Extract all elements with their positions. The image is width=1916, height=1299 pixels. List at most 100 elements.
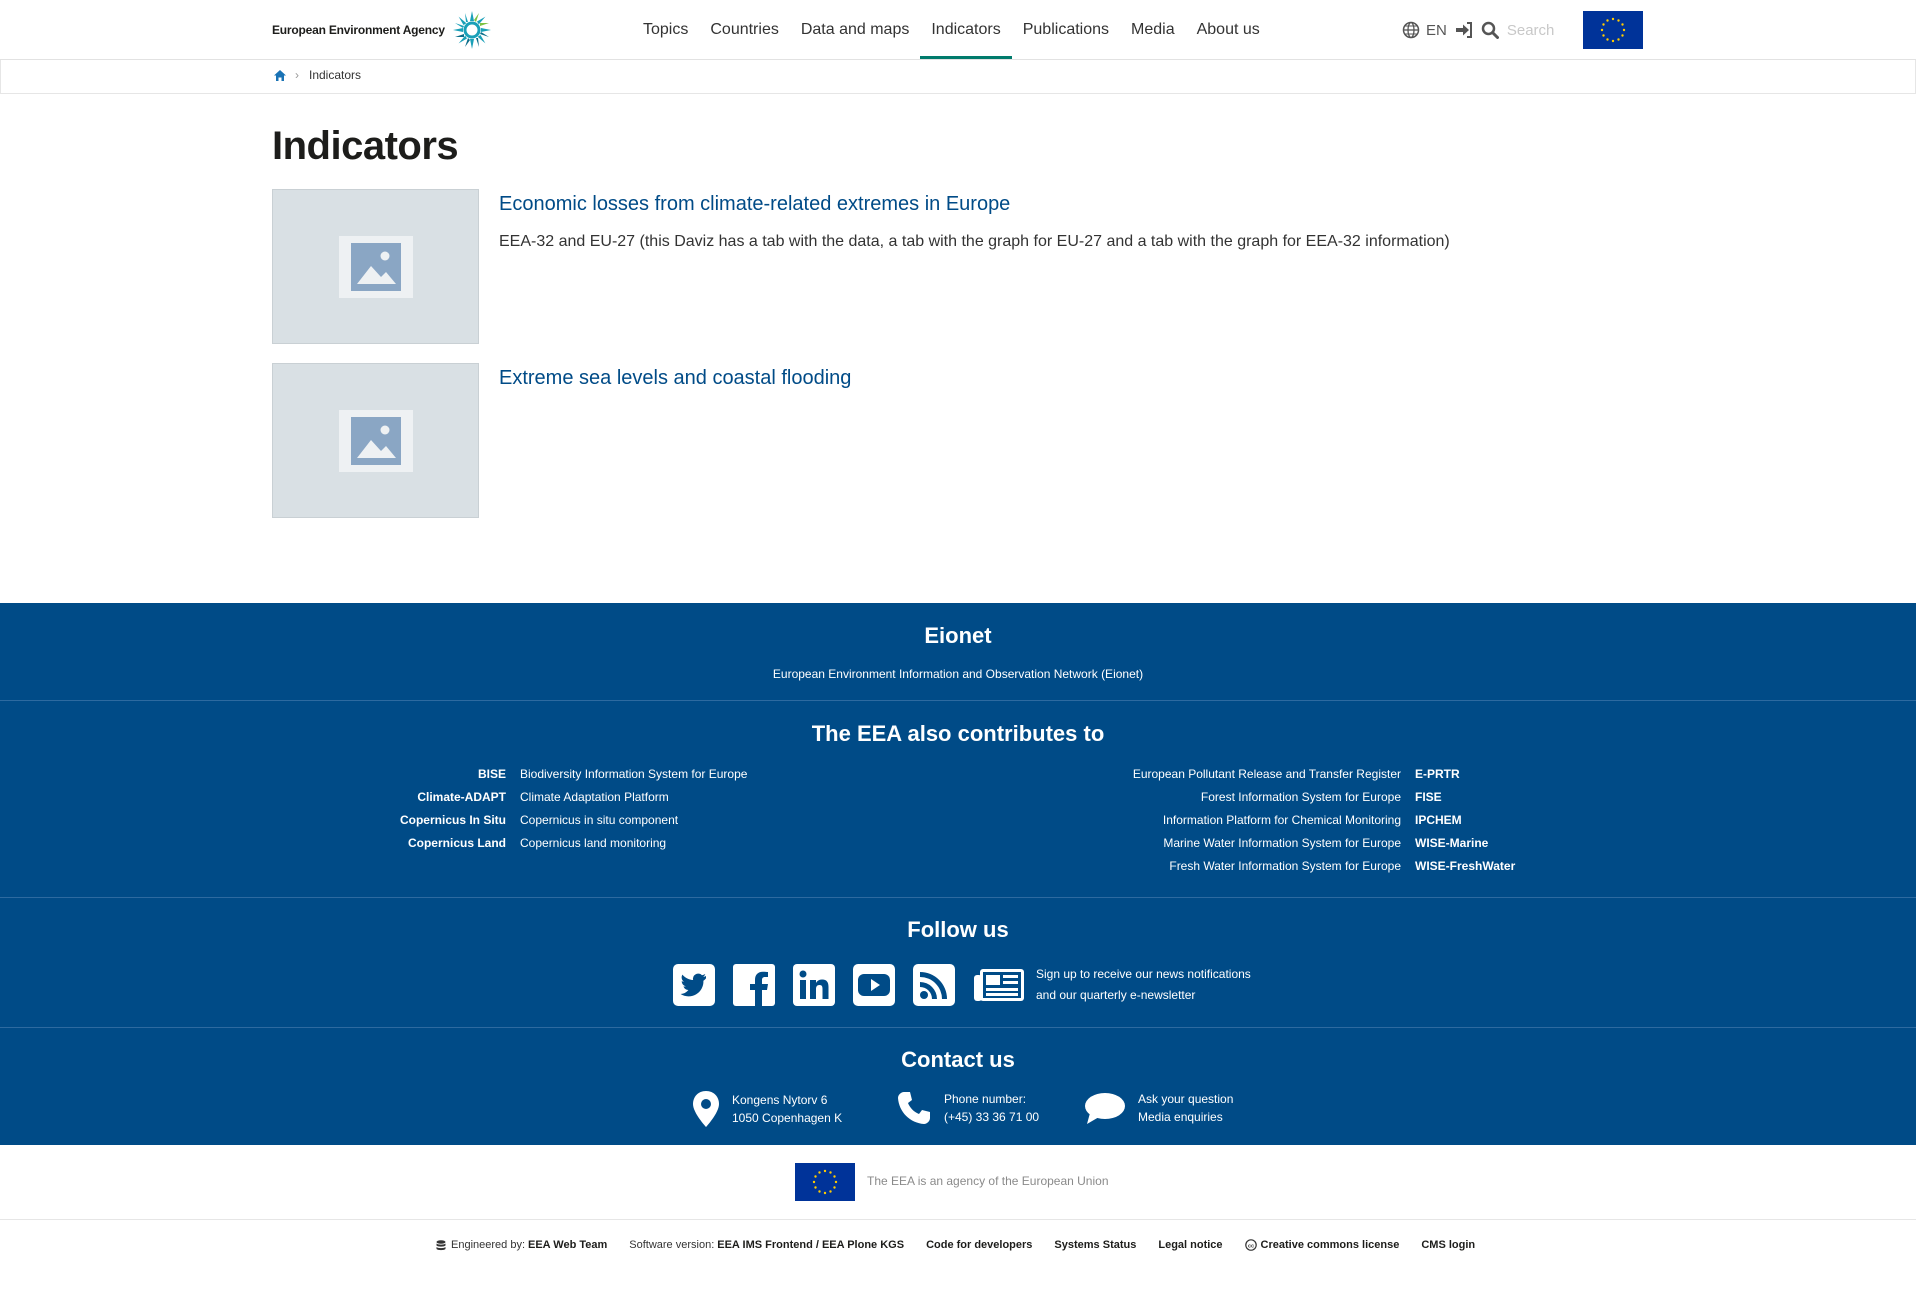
nav-indicators[interactable]: Indicators — [920, 0, 1013, 60]
contact-address[interactable]: Kongens Nytorv 6 1050 Copenhagen K — [692, 1090, 842, 1128]
contrib-abbr-ipchem[interactable]: IPCHEM — [1415, 809, 1615, 832]
contrib-name-e-prtr[interactable]: European Pollutant Release and Transfer … — [1100, 763, 1401, 786]
eionet-section: Eionet — [0, 623, 1916, 649]
contrib-abbr-fise[interactable]: FISE — [1415, 786, 1615, 809]
nav-about-us[interactable]: About us — [1186, 0, 1271, 60]
logo-text: European Environment Agency — [272, 23, 445, 37]
systems-status-link[interactable]: Systems Status — [1054, 1239, 1136, 1251]
legal-notice-link[interactable]: Legal notice — [1158, 1239, 1222, 1251]
contrib-name-bise[interactable]: Biodiversity Information System for Euro… — [520, 763, 820, 786]
nav-countries[interactable]: Countries — [699, 0, 789, 60]
chat-bubble-icon — [1085, 1093, 1125, 1124]
eu-flag-icon — [795, 1163, 855, 1201]
facebook-icon[interactable] — [732, 963, 776, 1007]
indicator-title-link[interactable]: Extreme sea levels and coastal flooding — [499, 367, 851, 390]
newsletter-signup[interactable]: Sign up to receive our news notification… — [1036, 964, 1251, 1006]
follow-title: Follow us — [907, 917, 1009, 942]
eionet-title[interactable]: Eionet — [0, 623, 1916, 649]
breadcrumb-bar: › Indicators — [0, 60, 1916, 94]
contrib-name-fise[interactable]: Forest Information System for Europe — [1100, 786, 1401, 809]
phone-icon — [898, 1092, 930, 1124]
contrib-right-names: European Pollutant Release and Transfer … — [1100, 763, 1401, 878]
code-for-developers-link[interactable]: Code for developers — [926, 1239, 1032, 1251]
footer-divider — [0, 897, 1916, 898]
contrib-name-climate-adapt[interactable]: Climate Adaptation Platform — [520, 786, 820, 809]
nav-media[interactable]: Media — [1120, 0, 1186, 60]
site-header: European Environment Agency Topics Count… — [0, 0, 1916, 60]
contrib-name-wise-freshwater[interactable]: Fresh Water Information System for Europ… — [1100, 855, 1401, 878]
svg-text:cc: cc — [1247, 1243, 1253, 1249]
phone-label: Phone number: — [944, 1092, 1027, 1106]
header-tools: EN Search — [1402, 18, 1554, 42]
creative-commons[interactable]: cc Creative commons license — [1244, 1239, 1400, 1251]
image-placeholder-icon — [339, 410, 413, 472]
newsletter-line-2: and our quarterly e-newsletter — [1036, 988, 1196, 1002]
search-icon[interactable] — [1481, 21, 1499, 39]
address-line-2: 1050 Copenhagen K — [732, 1111, 843, 1125]
thumbnail-placeholder[interactable] — [272, 189, 479, 344]
globe-icon[interactable] — [1402, 21, 1420, 39]
eionet-subtitle[interactable]: European Environment Information and Obs… — [0, 667, 1916, 681]
page-title: Indicators — [272, 124, 459, 168]
contrib-left-abbrs: BISE Climate-ADAPT Copernicus In Situ Co… — [300, 763, 506, 855]
engineered-label: Engineered by: — [451, 1239, 525, 1251]
newsletter-icon[interactable] — [972, 963, 1026, 1007]
site-footer: Eionet European Environment Information … — [0, 603, 1916, 1145]
twitter-icon[interactable] — [672, 963, 716, 1007]
breadcrumb-current: Indicators — [309, 68, 362, 82]
engineered-by: Engineered by: EEA Web Team — [436, 1239, 607, 1251]
rss-icon[interactable] — [912, 963, 956, 1007]
creative-commons-icon: cc — [1244, 1239, 1257, 1251]
chevron-right-icon: › — [295, 68, 299, 82]
contact-phone[interactable]: Phone number: (+45) 33 36 71 00 — [896, 1090, 1039, 1126]
media-enquiries-link[interactable]: Media enquiries — [1138, 1108, 1233, 1126]
contrib-abbr-bise[interactable]: BISE — [300, 763, 506, 786]
bottom-divider — [0, 1219, 1916, 1220]
eu-flag-icon — [1583, 11, 1643, 49]
contrib-left-names: Biodiversity Information System for Euro… — [520, 763, 820, 855]
contact-title: Contact us — [901, 1047, 1015, 1072]
social-links: Sign up to receive our news notification… — [672, 963, 1251, 1007]
contact-ask[interactable]: Ask your question Media enquiries — [1084, 1090, 1233, 1126]
eea-logo[interactable]: European Environment Agency — [272, 10, 493, 50]
contrib-abbr-climate-adapt[interactable]: Climate-ADAPT — [300, 786, 506, 809]
contrib-name-wise-marine[interactable]: Marine Water Information System for Euro… — [1100, 832, 1401, 855]
home-icon[interactable] — [273, 69, 287, 82]
software-version-link[interactable]: EEA IMS Frontend / EEA Plone KGS — [717, 1239, 904, 1251]
address-line-1: Kongens Nytorv 6 — [732, 1093, 828, 1107]
indicator-title-link[interactable]: Economic losses from climate-related ext… — [499, 193, 1010, 216]
contrib-abbr-copernicus-in-situ[interactable]: Copernicus In Situ — [300, 809, 506, 832]
creative-commons-link[interactable]: Creative commons license — [1261, 1239, 1400, 1251]
newsletter-line-1: Sign up to receive our news notification… — [1036, 967, 1251, 981]
cms-login-link[interactable]: CMS login — [1421, 1239, 1475, 1251]
thumbnail-placeholder[interactable] — [272, 363, 479, 518]
main-nav: Topics Countries Data and maps Indicator… — [632, 0, 1271, 60]
eea-web-team-link[interactable]: EEA Web Team — [528, 1239, 607, 1251]
indicator-description: EEA-32 and EU-27 (this Daviz has a tab w… — [499, 233, 1450, 250]
contrib-name-ipchem[interactable]: Information Platform for Chemical Monito… — [1100, 809, 1401, 832]
search-input[interactable]: Search — [1507, 22, 1555, 39]
indicator-card: Economic losses from climate-related ext… — [272, 189, 1672, 345]
phone-number: (+45) 33 36 71 00 — [944, 1110, 1040, 1124]
contrib-name-copernicus-land[interactable]: Copernicus land monitoring — [520, 832, 820, 855]
language-selector[interactable]: EN — [1426, 22, 1447, 39]
youtube-icon[interactable] — [852, 963, 896, 1007]
bottom-links: Engineered by: EEA Web Team Software ver… — [436, 1239, 1497, 1251]
contrib-abbr-copernicus-land[interactable]: Copernicus Land — [300, 832, 506, 855]
ask-question-link[interactable]: Ask your question — [1138, 1090, 1233, 1108]
linkedin-icon[interactable] — [792, 963, 836, 1007]
nav-topics[interactable]: Topics — [632, 0, 699, 60]
contrib-abbr-e-prtr[interactable]: E-PRTR — [1415, 763, 1615, 786]
contrib-abbr-wise-freshwater[interactable]: WISE-FreshWater — [1415, 855, 1615, 878]
software-version: Software version: EEA IMS Frontend / EEA… — [629, 1239, 904, 1251]
nav-data-and-maps[interactable]: Data and maps — [790, 0, 921, 60]
contrib-name-copernicus-in-situ[interactable]: Copernicus in situ component — [520, 809, 820, 832]
login-icon[interactable] — [1455, 21, 1473, 39]
eea-logo-icon — [452, 11, 491, 49]
nav-publications[interactable]: Publications — [1012, 0, 1120, 60]
image-placeholder-icon — [339, 236, 413, 298]
contrib-abbr-wise-marine[interactable]: WISE-Marine — [1415, 832, 1615, 855]
footer-divider — [0, 700, 1916, 701]
contrib-right-abbrs: E-PRTR FISE IPCHEM WISE-Marine WISE-Fres… — [1415, 763, 1615, 878]
footer-divider — [0, 1027, 1916, 1028]
